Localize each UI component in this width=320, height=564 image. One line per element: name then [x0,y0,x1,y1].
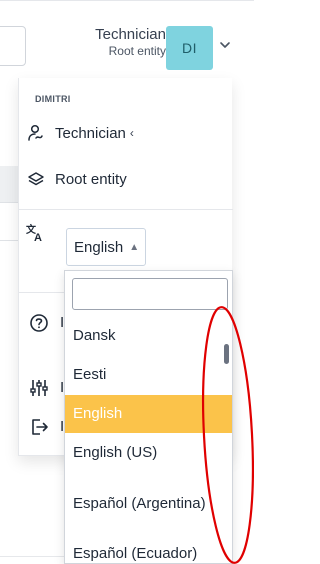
menu-item-entity[interactable]: Root entity [25,162,225,196]
language-value: English [74,238,124,256]
chevron-left-icon: ‹ [129,126,134,140]
dropdown-scrollbar-thumb[interactable] [224,344,229,364]
menu-item-profile[interactable]: Technician ‹ [25,116,225,150]
option-label: Español (Argentina) [73,495,206,512]
help-circle-icon[interactable] [27,311,51,335]
section-title: DIMITRI [35,94,71,104]
header-subtitle: Root entity [108,44,166,58]
menu-divider [19,209,233,210]
background-search-field[interactable] [0,26,26,66]
language-dropdown: Dansk Eesti English English (US) Español… [64,270,233,564]
user-switch-icon [25,122,47,144]
option-label: Eesti [73,366,107,383]
language-option-list: Dansk Eesti English English (US) Español… [65,317,232,563]
language-option-english[interactable]: English [65,395,232,433]
language-select[interactable]: English ▲ [66,228,146,266]
profile-label: Technician [55,124,126,142]
sliders-icon[interactable] [27,376,51,400]
background-table-line [0,202,18,203]
language-option-english-us[interactable]: English (US) [65,433,232,473]
language-option-espanol-argentina[interactable]: Español (Argentina) [65,473,232,535]
avatar-initials: DI [182,40,197,56]
chevron-down-icon[interactable] [217,37,233,53]
language-search-input[interactable] [72,278,228,310]
page-top-border [0,0,254,1]
header-profile[interactable]: Technician Root entity [95,26,166,59]
svg-text:A: A [34,232,42,244]
language-option-dansk[interactable]: Dansk [65,317,232,355]
layers-icon [25,168,47,190]
entity-label: Root entity [55,170,127,188]
logout-icon[interactable] [27,415,51,439]
header-title: Technician [95,26,166,43]
option-label: Español (Ecuador) [73,545,198,562]
translate-icon: 文 A [26,223,42,244]
option-label: English [73,405,123,422]
background-table-line [0,240,18,241]
option-label: Dansk [73,327,116,344]
option-label: English (US) [73,444,158,461]
caret-up-icon: ▲ [129,241,140,253]
language-option-eesti[interactable]: Eesti [65,355,232,395]
background-table-stripe [0,166,18,202]
language-option-espanol-ecuador[interactable]: Español (Ecuador) [65,535,232,563]
avatar[interactable]: DI [166,26,213,70]
